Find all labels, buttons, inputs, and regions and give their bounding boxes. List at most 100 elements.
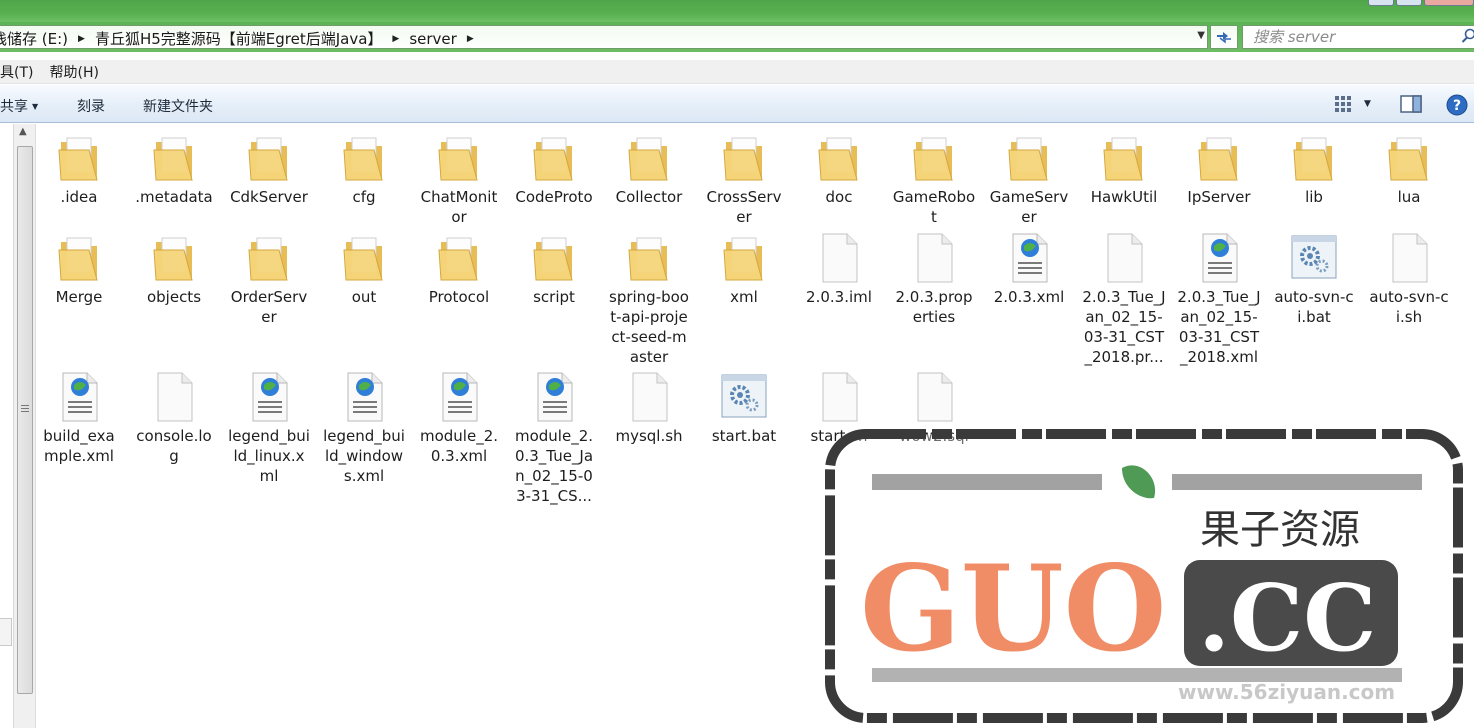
file-item[interactable]: module_2.0.3_Tue_Jan_02_15-03-31_CS...: [512, 369, 596, 506]
file-item[interactable]: objects: [132, 230, 216, 307]
xml-file-icon: [51, 369, 107, 425]
file-name: 2.0.3.xml: [993, 288, 1065, 306]
window-title-bar: [0, 0, 1474, 22]
file-name: CrossServer: [706, 188, 782, 226]
view-dropdown-icon[interactable]: ▼: [1364, 99, 1371, 109]
search-box[interactable]: [1242, 25, 1474, 49]
file-item[interactable]: legend_build_windows.xml: [322, 369, 406, 486]
file-item[interactable]: ChatMonitor: [417, 130, 501, 227]
file-name: GameServer: [989, 188, 1069, 226]
file-item[interactable]: 2.0.3.xml: [987, 230, 1071, 307]
navigation-pane[interactable]: [0, 124, 14, 728]
file-name: .metadata: [135, 188, 213, 206]
file-item[interactable]: CrossServer: [702, 130, 786, 227]
file-item[interactable]: out: [322, 230, 406, 307]
help-icon[interactable]: ?: [1446, 94, 1468, 116]
file-item[interactable]: legend_build_linux.xml: [227, 369, 311, 486]
file-item[interactable]: auto-svn-ci.bat: [1272, 230, 1356, 327]
share-button[interactable]: 共享 ▼: [0, 96, 38, 116]
folder-icon: [51, 230, 107, 286]
file-item[interactable]: start.bat: [702, 369, 786, 446]
file-item[interactable]: 2.0.3.iml: [797, 230, 881, 307]
file-item[interactable]: Merge: [37, 230, 121, 307]
file-item[interactable]: 2.0.3_Tue_Jan_02_15-03-31_CST_2018.xml: [1177, 230, 1261, 367]
file-name: CdkServer: [230, 188, 308, 206]
file-item[interactable]: HawkUtil: [1082, 130, 1166, 207]
file-item[interactable]: lua: [1367, 130, 1451, 207]
file-item[interactable]: lib: [1272, 130, 1356, 207]
address-dropdown-icon[interactable]: ▼: [1197, 30, 1205, 41]
view-options-icon[interactable]: [1333, 94, 1353, 114]
file-item[interactable]: 2.0.3_Tue_Jan_02_15-03-31_CST_2018.pr...: [1082, 230, 1166, 367]
file-name: script: [533, 288, 575, 306]
file-item[interactable]: doc: [797, 130, 881, 207]
file-item[interactable]: GameServer: [987, 130, 1071, 227]
scroll-up-arrow-icon[interactable]: ▲: [19, 126, 27, 137]
file-item[interactable]: Protocol: [417, 230, 501, 307]
file-name: wow2.sql: [899, 427, 969, 445]
address-bar[interactable]: 栈储存 (E:) ▶ 青丘狐H5完整源码【前端Egret后端Java】 ▶ se…: [0, 25, 1208, 49]
blank-file-icon: [906, 369, 962, 425]
file-name: IpServer: [1187, 188, 1251, 206]
file-name: 2.0.3_Tue_Jan_02_15-03-31_CST_2018.xml: [1177, 288, 1261, 366]
nav-pane-item[interactable]: [0, 618, 12, 646]
file-name: Merge: [55, 288, 103, 306]
file-item[interactable]: spring-boot-api-project-seed-master: [607, 230, 691, 367]
burn-button[interactable]: 刻录: [77, 96, 105, 116]
crumb-server[interactable]: server: [405, 30, 460, 48]
file-item[interactable]: module_2.0.3.xml: [417, 369, 501, 466]
xml-file-icon: [336, 369, 392, 425]
file-item[interactable]: 2.0.3.properties: [892, 230, 976, 327]
blank-file-icon: [906, 230, 962, 286]
file-item[interactable]: build_example.xml: [37, 369, 121, 466]
file-item[interactable]: console.log: [132, 369, 216, 466]
file-item[interactable]: wow2.sql: [892, 369, 976, 446]
chevron-right-icon[interactable]: ▶: [72, 34, 91, 44]
file-item[interactable]: GameRobot: [892, 130, 976, 227]
file-name: 2.0.3.properties: [895, 288, 973, 326]
close-button[interactable]: [1424, 0, 1474, 6]
crumb-drive[interactable]: 栈储存 (E:): [0, 28, 72, 49]
file-name: CodeProto: [515, 188, 593, 206]
blank-file-icon: [621, 369, 677, 425]
menu-tools[interactable]: 具(T): [0, 62, 41, 82]
preview-pane-icon[interactable]: [1400, 94, 1422, 114]
file-name: 2.0.3_Tue_Jan_02_15-03-31_CST_2018.pr...: [1082, 288, 1166, 366]
vertical-scrollbar[interactable]: ▲: [14, 124, 36, 728]
maximize-button[interactable]: [1396, 0, 1422, 6]
folder-icon: [1381, 130, 1437, 186]
file-item[interactable]: .idea: [37, 130, 121, 207]
file-item[interactable]: .metadata: [132, 130, 216, 207]
file-item[interactable]: xml: [702, 230, 786, 307]
search-input[interactable]: [1243, 26, 1443, 48]
minimize-button[interactable]: [1368, 0, 1394, 6]
file-item[interactable]: cfg: [322, 130, 406, 207]
file-item[interactable]: CodeProto: [512, 130, 596, 207]
breadcrumb: 栈储存 (E:) ▶ 青丘狐H5完整源码【前端Egret后端Java】 ▶ se…: [0, 28, 480, 49]
file-list[interactable]: .idea .metadata CdkServer cfg ChatMonitor Cod…: [37, 124, 1474, 728]
file-name: cfg: [352, 188, 376, 206]
search-icon[interactable]: [1461, 28, 1474, 44]
scroll-thumb[interactable]: [17, 146, 33, 694]
menu-help[interactable]: 帮助(H): [49, 62, 106, 82]
file-item[interactable]: mysql.sh: [607, 369, 691, 446]
file-item[interactable]: OrderServer: [227, 230, 311, 327]
file-item[interactable]: auto-svn-ci.sh: [1367, 230, 1451, 327]
file-item[interactable]: IpServer: [1177, 130, 1261, 207]
file-item[interactable]: start.sh: [797, 369, 881, 446]
refresh-button[interactable]: [1210, 25, 1238, 49]
file-name: Collector: [615, 188, 683, 206]
folder-icon: [336, 130, 392, 186]
bat-file-icon: [716, 369, 772, 425]
file-name: HawkUtil: [1090, 188, 1158, 206]
file-item[interactable]: CdkServer: [227, 130, 311, 207]
crumb-folder[interactable]: 青丘狐H5完整源码【前端Egret后端Java】: [91, 28, 386, 49]
file-item[interactable]: script: [512, 230, 596, 307]
file-item[interactable]: Collector: [607, 130, 691, 207]
folder-icon: [621, 230, 677, 286]
folder-icon: [431, 130, 487, 186]
blank-file-icon: [811, 230, 867, 286]
chevron-right-icon[interactable]: ▶: [461, 34, 480, 44]
chevron-right-icon[interactable]: ▶: [386, 34, 405, 44]
new-folder-button[interactable]: 新建文件夹: [143, 96, 213, 116]
